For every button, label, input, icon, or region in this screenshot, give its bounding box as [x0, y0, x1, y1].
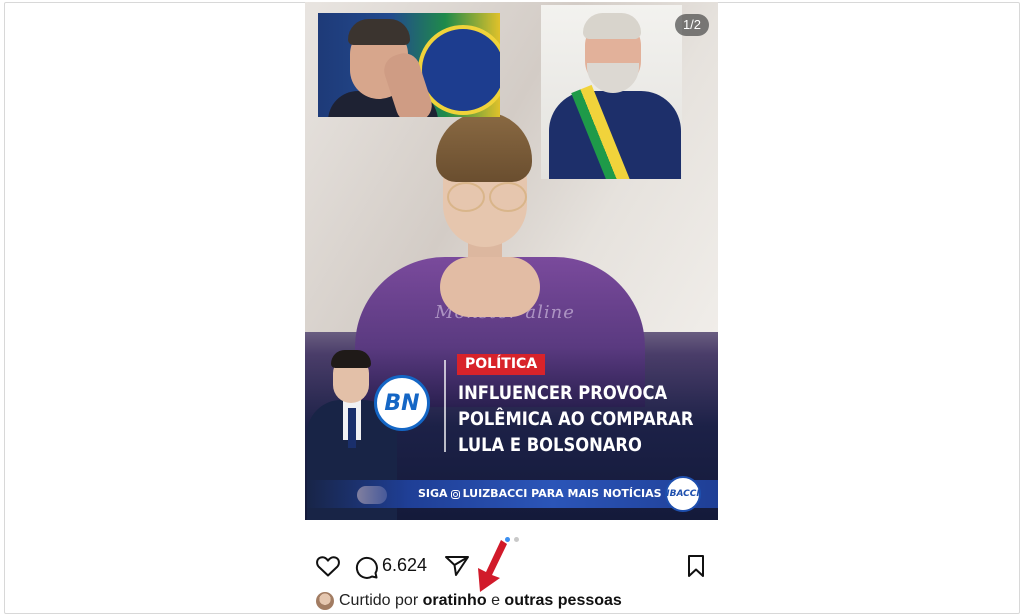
glasses-right-lens [489, 182, 527, 212]
bookmark-icon[interactable] [685, 554, 707, 578]
bn-logo: BN [374, 375, 430, 431]
liker-avatar[interactable] [316, 592, 334, 610]
post-image[interactable]: Monster aline 1/2 BN POLÍTICA INFLUENCER… [305, 2, 718, 520]
headline-line: INFLUENCER PROVOCA [458, 382, 668, 404]
comment-icon[interactable] [353, 554, 379, 580]
lula-beard [587, 63, 639, 93]
liked-by-prefix: Curtido por [339, 592, 419, 609]
liked-by-user-link[interactable]: oratinho [423, 592, 487, 610]
instagram-icon [450, 489, 460, 499]
liked-by-row: Curtido por oratinho e outras pessoas [316, 592, 622, 610]
inset-photo-bolsonaro [318, 13, 500, 117]
banner-prefix: SIGA [418, 487, 448, 500]
anchor-tie [348, 408, 356, 448]
headline: INFLUENCER PROVOCA POLÊMICA AO COMPARAR … [458, 380, 694, 458]
influencer-hands [440, 257, 540, 317]
carousel-dot [514, 537, 519, 542]
inset-photo-lula [541, 5, 682, 179]
heart-icon[interactable] [315, 554, 341, 578]
banner-handle: LUIZBACCI PARA MAIS NOTÍCIAS [462, 487, 662, 500]
bacci-logo: IBACCI [665, 476, 701, 512]
headline-line: LULA E BOLSONARO [458, 434, 642, 456]
post-actions-bar: 6.624 [313, 554, 713, 580]
bn-logo-text: BN [384, 390, 420, 416]
carousel-page-indicator: 1/2 [675, 14, 709, 36]
headline-divider [444, 360, 446, 452]
liked-by-others-link[interactable]: outras pessoas [504, 592, 621, 610]
headline-line: POLÊMICA AO COMPARAR [458, 408, 694, 430]
send-icon[interactable] [444, 554, 470, 578]
liked-by-connector: e [491, 592, 500, 609]
lula-hair [583, 13, 641, 39]
red-arrow-annotation [478, 540, 507, 592]
glasses-left-lens [447, 182, 485, 212]
bacci-logo-text: IBACCI [666, 489, 700, 499]
comment-count: 6.624 [382, 555, 428, 575]
bolsonaro-hair [348, 19, 410, 45]
anchor-hair [331, 350, 371, 368]
follow-banner-text: SIGA LUIZBACCI PARA MAIS NOTÍCIAS [418, 480, 662, 508]
category-tag: POLÍTICA [457, 354, 546, 375]
